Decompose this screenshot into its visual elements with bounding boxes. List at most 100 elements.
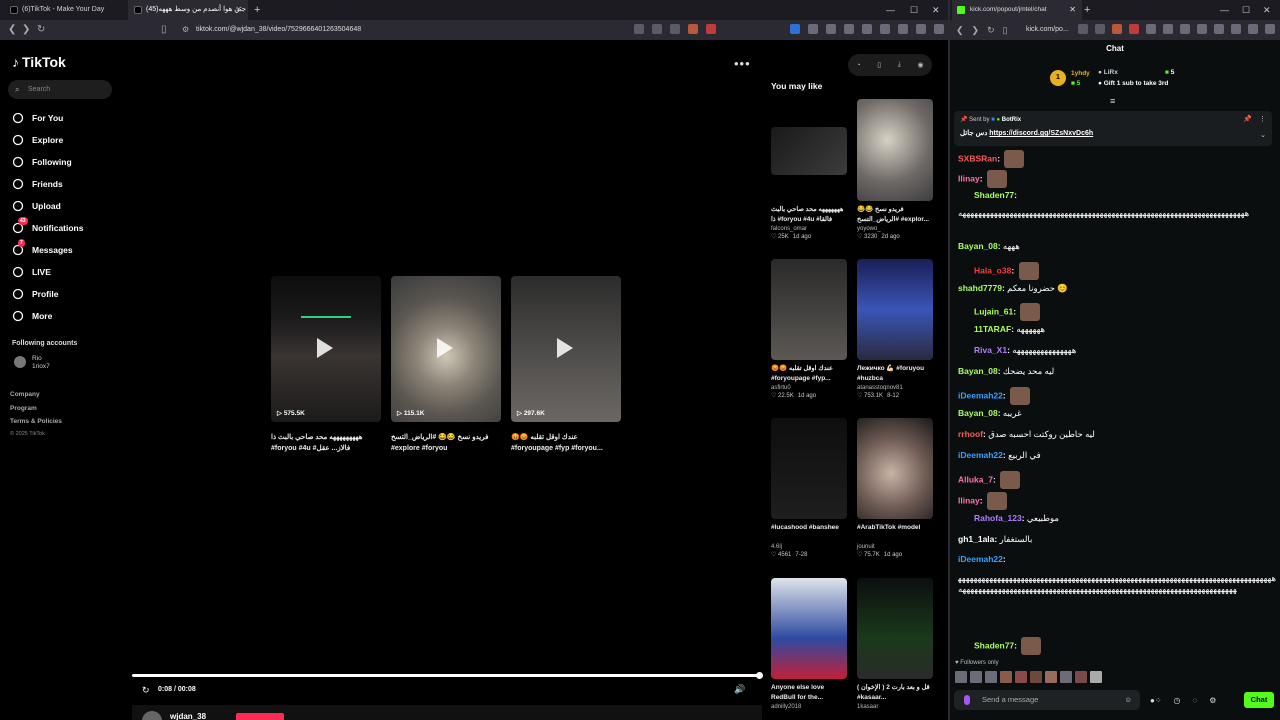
extension-icon[interactable]: [934, 24, 944, 34]
follow-button[interactable]: [236, 713, 284, 720]
extension-icon[interactable]: [880, 24, 890, 34]
emote-icon[interactable]: [1000, 671, 1012, 683]
extension-icon[interactable]: [1163, 24, 1173, 34]
new-tab-button[interactable]: +: [1084, 0, 1090, 20]
related-video[interactable]: ▷ 115.1K فريدو نسخ 😂😂 #الرياض_التسخ #exp…: [391, 276, 501, 454]
chat-username[interactable]: Shaden77: [974, 190, 1014, 200]
recommended-video-card[interactable]: #lucashood #banshee 4.6lj ♡ 4561 7-28: [771, 418, 847, 558]
recommended-video-card[interactable]: هههههههه محد صاحي بالبث ذا #foryou #4u #…: [771, 127, 847, 240]
site-info-icon[interactable]: ⚙: [182, 23, 189, 37]
chat-username[interactable]: Riva_X1: [974, 345, 1007, 355]
collapse-icon[interactable]: ≡: [1110, 96, 1115, 106]
close-window-button[interactable]: ✕: [1263, 0, 1271, 20]
footer-company-link[interactable]: Company: [10, 391, 40, 398]
share-icon[interactable]: [670, 24, 680, 34]
gift-sub-prompt[interactable]: ● Gift 1 sub to take 3rd: [1098, 80, 1168, 87]
speed-icon[interactable]: ◔: [856, 62, 860, 69]
settings-icon[interactable]: ◉: [918, 61, 924, 69]
sidebar-item-for-you[interactable]: For You: [12, 110, 63, 126]
video-author[interactable]: yoyowo_: [857, 226, 933, 232]
emote-icon[interactable]: [1045, 671, 1057, 683]
video-author[interactable]: asfirtu0: [771, 385, 847, 391]
video-progress-bar[interactable]: [132, 674, 762, 677]
leaderboard-user-1[interactable]: 1yhdy: [1071, 70, 1090, 77]
chat-username[interactable]: Bayan_08: [958, 366, 998, 376]
forward-icon[interactable]: ❯: [22, 20, 30, 40]
replay-icon[interactable]: ↻: [142, 685, 150, 696]
extension-icon[interactable]: [898, 24, 908, 34]
chat-username[interactable]: Rahofa_123: [974, 513, 1022, 523]
search-input[interactable]: ⌕ Search: [8, 80, 112, 99]
chat-username[interactable]: Alluka_7: [958, 474, 993, 484]
maximize-button[interactable]: ☐: [1242, 0, 1250, 20]
chat-username[interactable]: shahd7779: [958, 283, 1002, 293]
emote-icon[interactable]: [1015, 671, 1027, 683]
chat-username[interactable]: Ilinay: [958, 173, 980, 183]
users-icon[interactable]: ●⁘: [1150, 696, 1162, 705]
recommended-video-card[interactable]: Anyone else love RedBull for the... adnil…: [771, 578, 847, 710]
emote-icon[interactable]: [1090, 671, 1102, 683]
extension-icon[interactable]: [1197, 24, 1207, 34]
emote-icon[interactable]: [1030, 671, 1042, 683]
brave-shield-icon[interactable]: [688, 24, 698, 34]
extension-icon[interactable]: [1248, 24, 1258, 34]
more-options-icon[interactable]: •••: [734, 56, 751, 71]
emote-icon[interactable]: [1075, 671, 1087, 683]
extension-icon[interactable]: [862, 24, 872, 34]
chat-username[interactable]: Shaden77: [974, 640, 1014, 650]
emoji-icon[interactable]: ☺: [1124, 690, 1132, 710]
more-icon[interactable]: ⋮: [1259, 115, 1266, 123]
recommended-video-card[interactable]: #ArabTikTok #model jounuit ♡ 75.7K 1d ago: [857, 418, 933, 558]
chat-message-input[interactable]: Send a message ☺: [954, 690, 1140, 710]
recommended-video-card[interactable]: Лежичко 💪🏻 #foruyou #huzbca atanasstoqnov…: [857, 259, 933, 399]
pin-icon[interactable]: 📌: [1243, 115, 1252, 123]
recommended-video-card[interactable]: قل و بعد بارت 2 ( الإخوان ) #kasaar... 1k…: [857, 578, 933, 710]
chat-username[interactable]: 11TARAF: [974, 324, 1011, 334]
video-author[interactable]: 1kasaar: [857, 704, 933, 710]
emote-icon[interactable]: [970, 671, 982, 683]
maximize-button[interactable]: ☐: [910, 0, 918, 20]
chat-bubble-icon[interactable]: ◌: [1193, 696, 1198, 705]
video-author[interactable]: falcons_omar: [771, 226, 847, 232]
extension-icon[interactable]: [1180, 24, 1190, 34]
close-tab-icon[interactable]: ✕: [235, 0, 242, 20]
chat-username[interactable]: iDeemah22: [958, 450, 1003, 460]
author-avatar[interactable]: [142, 711, 162, 720]
chat-username[interactable]: iDeemah22: [958, 554, 1003, 564]
minimize-button[interactable]: —: [1220, 0, 1229, 20]
progress-handle[interactable]: [756, 672, 763, 679]
sidebar-item-notifications[interactable]: 43 Notifications: [12, 217, 83, 236]
browser-tab-kick[interactable]: kick.com/popout/jmtel/chat ✕: [952, 0, 1082, 20]
emote-icon[interactable]: [955, 671, 967, 683]
brave-shield-icon[interactable]: [1112, 24, 1122, 34]
rewards-icon[interactable]: [706, 24, 716, 34]
extension-icon[interactable]: [1214, 24, 1224, 34]
send-chat-button[interactable]: Chat: [1244, 692, 1274, 708]
url-text[interactable]: kick.com/po...: [1026, 23, 1069, 37]
volume-icon[interactable]: 🔊: [734, 684, 745, 695]
chat-username[interactable]: Ilinay: [958, 495, 980, 505]
related-video[interactable]: ▷ 297.6K 😡😡 عندك اوقل تقلبه #foryoupage …: [511, 276, 621, 454]
sidebar-item-upload[interactable]: Upload: [12, 198, 61, 214]
tiktok-logo[interactable]: ♪ TikTok: [12, 54, 66, 70]
following-account[interactable]: Rio 1riox7: [12, 355, 50, 371]
recommended-video-card[interactable]: فريدو نسخ 😂😂 #الرياض_التسخ #explor... yoy…: [857, 99, 933, 240]
browser-tab-tiktok[interactable]: (6)TikTok - Make Your Day: [4, 0, 124, 20]
minimize-button[interactable]: —: [886, 0, 895, 20]
extension-icon[interactable]: [790, 24, 800, 34]
chat-username[interactable]: gh1_1ala: [958, 534, 994, 544]
translate-icon[interactable]: [634, 24, 644, 34]
reload-icon[interactable]: ↻: [37, 20, 45, 40]
back-icon[interactable]: ❮: [8, 20, 16, 40]
chat-username[interactable]: SXBSRan: [958, 153, 997, 163]
emote-icon[interactable]: [985, 671, 997, 683]
video-author[interactable]: adnilly2018: [771, 704, 847, 710]
sidebar-item-more[interactable]: More: [12, 308, 52, 324]
rewards-icon[interactable]: [1129, 24, 1139, 34]
emote-icon[interactable]: [1060, 671, 1072, 683]
bookmark-icon[interactable]: ▯: [161, 20, 167, 40]
zoom-icon[interactable]: [1078, 24, 1088, 34]
device-icon[interactable]: ▯: [877, 61, 881, 69]
chat-username[interactable]: Lujain_61: [974, 306, 1013, 316]
video-author[interactable]: 4.6lj: [771, 544, 847, 550]
